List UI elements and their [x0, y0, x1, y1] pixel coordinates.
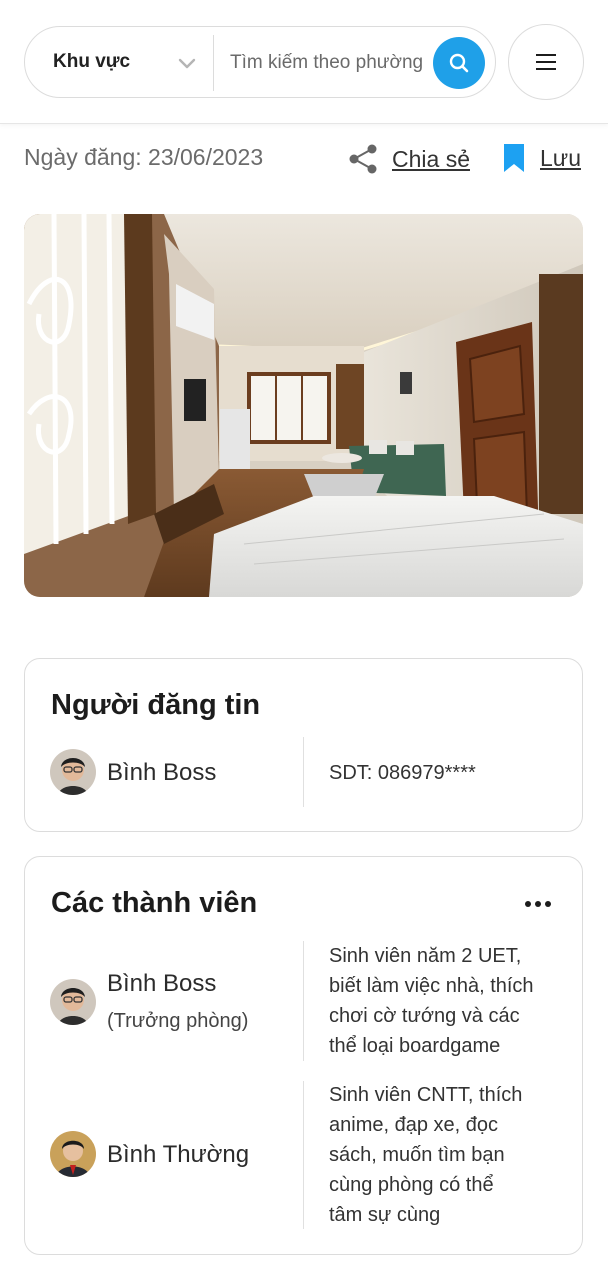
member-description-line: chơi cờ tướng và các — [329, 1005, 520, 1027]
members-card-title: Các thành viên — [51, 887, 258, 919]
poster-card: Người đăng tin Bình Boss SDT: 086979**** — [24, 658, 583, 832]
region-label: Khu vực — [53, 51, 131, 72]
member-name[interactable]: Bình Thường — [107, 1141, 249, 1169]
search-divider — [213, 35, 214, 91]
poster-avatar[interactable] — [50, 749, 96, 795]
poster-phone[interactable]: SDT: 086979**** — [329, 762, 476, 785]
member-description-line: thể loại boardgame — [329, 1035, 501, 1057]
search-icon — [449, 53, 469, 73]
member-description-line: Sinh viên năm 2 UET, — [329, 945, 522, 967]
top-header: Khu vực — [0, 0, 608, 124]
member-role: (Trưởng phòng) — [107, 1010, 249, 1032]
members-card: Các thành viên Bình Boss (Trưởng phòng) … — [24, 856, 583, 1255]
member-description-line: anime, đạp xe, đọc — [329, 1114, 498, 1136]
search-bar: Khu vực — [24, 26, 496, 98]
poster-name[interactable]: Bình Boss — [107, 759, 216, 787]
member-description-line: cùng phòng có thể — [329, 1174, 494, 1196]
member-description-line: biết làm việc nhà, thích — [329, 975, 534, 997]
bookmark-icon — [504, 144, 524, 172]
menu-button[interactable] — [508, 24, 584, 100]
save-label: Lưu — [540, 144, 581, 171]
member-description-line: Sinh viên CNTT, thích — [329, 1084, 523, 1106]
share-label: Chia sẻ — [392, 145, 470, 172]
save-button[interactable]: Lưu — [502, 142, 581, 174]
member-description: Sinh viên CNTT, thích anime, đạp xe, đọc… — [329, 1080, 564, 1230]
member-description: Sinh viên năm 2 UET, biết làm việc nhà, … — [329, 941, 564, 1061]
member-description-line: tâm sự cùng — [329, 1204, 441, 1226]
more-dot — [535, 901, 541, 907]
room-photo[interactable] — [24, 214, 583, 597]
member-name[interactable]: Bình Boss — [107, 970, 216, 998]
search-input[interactable] — [230, 45, 426, 81]
share-button[interactable]: Chia sẻ — [346, 142, 470, 176]
member-divider — [303, 1081, 304, 1229]
more-dot — [525, 901, 531, 907]
member-avatar[interactable] — [50, 979, 96, 1025]
share-icon — [349, 144, 377, 174]
member-description-line: sách, muốn tìm bạn — [329, 1144, 505, 1166]
chevron-down-icon — [178, 58, 196, 69]
member-avatar[interactable] — [50, 1131, 96, 1177]
search-button[interactable] — [433, 37, 485, 89]
more-options-button[interactable] — [525, 901, 551, 907]
post-date: Ngày đăng: 23/06/2023 — [24, 144, 264, 170]
poster-card-title: Người đăng tin — [51, 689, 261, 721]
poster-divider — [303, 737, 304, 807]
hamburger-menu-icon — [536, 54, 556, 70]
member-divider — [303, 941, 304, 1061]
more-dot — [545, 901, 551, 907]
